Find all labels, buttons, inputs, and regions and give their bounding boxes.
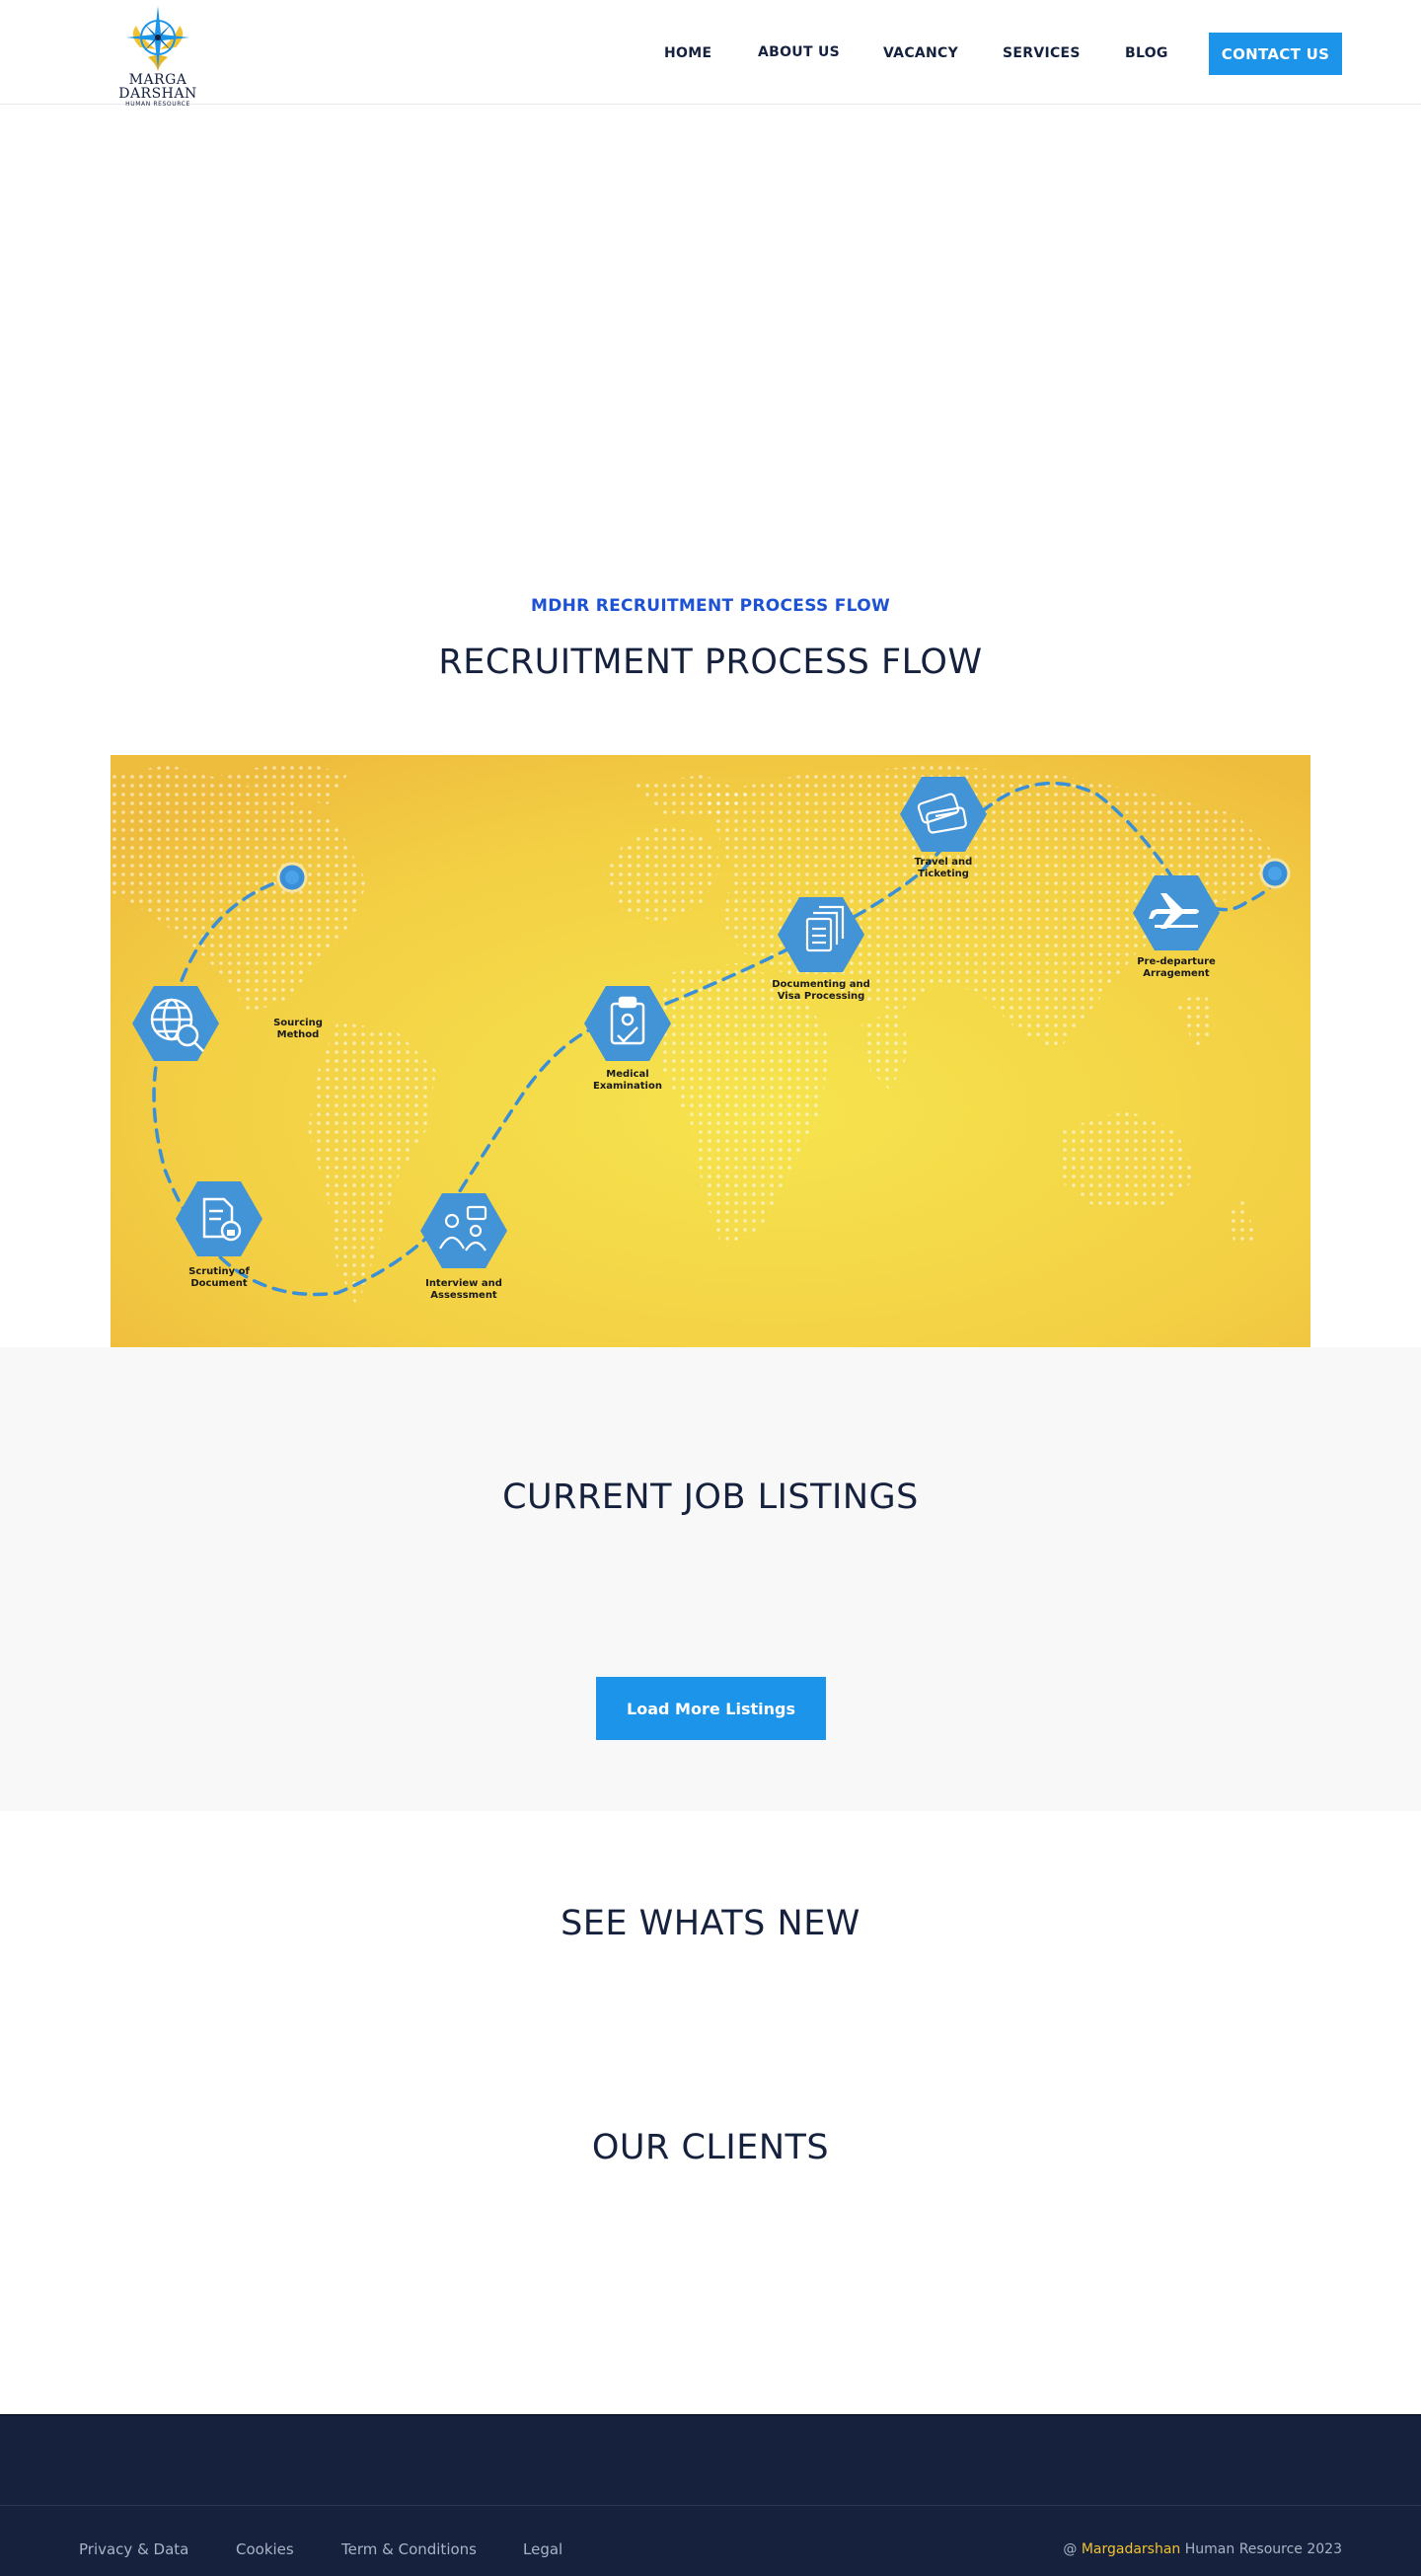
route-start-marker	[276, 862, 308, 893]
copyright-text: @ Margadarshan Human Resource 2023	[1063, 2541, 1342, 2557]
load-more-listings-button[interactable]: Load More Listings	[596, 1677, 826, 1740]
process-title: RECRUITMENT PROCESS FLOW	[438, 643, 983, 682]
nav-vacancy[interactable]: VACANCY	[883, 45, 958, 61]
nav-blog[interactable]: BLOG	[1125, 45, 1168, 61]
main-nav: HOME ABOUT US VACANCY SERVICES BLOG CONT…	[0, 0, 1421, 105]
step-label-documenting: Documenting and Visa Processing	[772, 979, 870, 1002]
step-label-medical: Medical Examination	[593, 1069, 662, 1092]
our-clients-title: OUR CLIENTS	[591, 2128, 830, 2167]
step-label-pre-departure: Pre-departure Arragement	[1137, 956, 1216, 979]
footer-link-legal[interactable]: Legal	[523, 2540, 562, 2558]
process-map-graphic	[111, 755, 1310, 1347]
footer-link-privacy[interactable]: Privacy & Data	[79, 2540, 188, 2558]
footer-link-terms[interactable]: Term & Conditions	[341, 2540, 477, 2558]
nav-about-us[interactable]: ABOUT US	[758, 44, 840, 60]
step-label-scrutiny: Scrutiny of Document	[188, 1266, 250, 1289]
job-listings-section	[0, 1347, 1421, 1811]
footer-link-cookies[interactable]: Cookies	[236, 2540, 294, 2558]
step-label-travel: Travel and Ticketing	[914, 857, 973, 879]
step-label-sourcing: Sourcing Method	[273, 1018, 323, 1040]
nav-services[interactable]: SERVICES	[1003, 45, 1081, 61]
whats-new-title: SEE WHATS NEW	[561, 1904, 860, 1943]
contact-us-button[interactable]: CONTACT US	[1209, 33, 1342, 75]
nav-home[interactable]: HOME	[664, 45, 711, 61]
route-end-marker	[1259, 858, 1291, 889]
footer-divider	[0, 2505, 1421, 2506]
process-eyebrow: MDHR RECRUITMENT PROCESS FLOW	[530, 596, 890, 616]
job-listings-title: CURRENT JOB LISTINGS	[502, 1477, 919, 1517]
step-label-interview: Interview and Assessment	[425, 1278, 502, 1301]
site-footer: Privacy & Data Cookies Term & Conditions…	[0, 2414, 1421, 2576]
site-header: MARGA DARSHAN HUMAN RESOURCE HOME ABOUT …	[0, 0, 1421, 108]
copyright-brand[interactable]: Margadarshan	[1082, 2541, 1180, 2557]
recruitment-process-map: Sourcing Method Scrutiny of Document Int…	[111, 755, 1310, 1347]
